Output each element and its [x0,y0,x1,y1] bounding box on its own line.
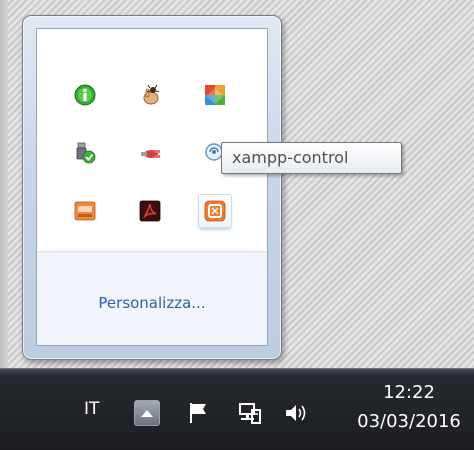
up-arrow-icon [141,410,153,417]
xampp-icon [204,200,226,222]
network-tool-icon [139,142,161,164]
tray-item-info[interactable] [68,78,102,112]
tray-item-xampp[interactable] [198,194,232,228]
action-center-flag-icon[interactable] [186,400,212,426]
show-hidden-icons-button[interactable] [134,400,160,426]
drive-storage-icon [74,200,96,222]
flyout-footer: Personalizza... [37,252,267,345]
language-indicator[interactable]: IT [84,399,99,419]
tray-item-avg[interactable] [198,78,232,112]
tray-item-drive[interactable] [68,194,102,228]
network-icon[interactable] [237,400,263,426]
tray-item-adobe[interactable] [133,194,167,228]
clock-time: 12:22 [383,382,435,403]
info-icon [74,84,96,106]
flyout-content: Personalizza... [36,28,268,346]
clock-date: 03/03/2016 [357,411,461,432]
volume-icon[interactable] [283,400,309,426]
notification-overflow-flyout: Personalizza... [22,15,282,360]
usb-safely-remove-icon [74,142,96,164]
bug-hand-icon [139,84,161,106]
system-clock[interactable]: 12:22 03/03/2016 [350,379,468,437]
avg-antivirus-icon [204,84,226,106]
tray-item-bug-hand[interactable] [133,78,167,112]
adobe-acrobat-icon [139,200,161,222]
tray-item-network-tool[interactable] [133,136,167,170]
tray-item-usb[interactable] [68,136,102,170]
customize-link[interactable]: Personalizza... [37,294,267,312]
desktop-edge [0,0,8,368]
taskbar: IT 12:22 03/03/2016 [0,368,474,450]
tooltip: xampp-control [221,142,402,174]
